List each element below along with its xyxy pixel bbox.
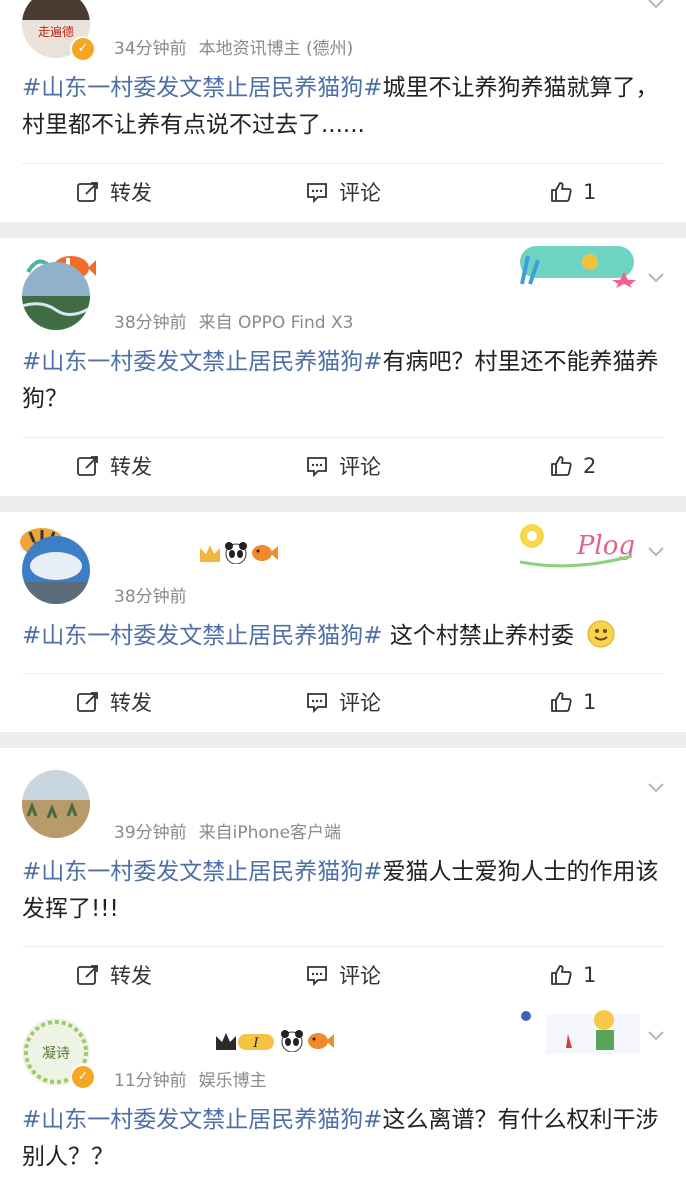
post-meta: 34分钟前 本地资讯博主 (德州) (114, 34, 365, 59)
verified-icon: ✓ (70, 36, 96, 62)
post-text: #山东一村委发文禁止居民养猫狗# 这个村禁止养村委 (22, 618, 664, 655)
repost-icon (77, 182, 98, 202)
comment-button[interactable]: 评论 (305, 164, 381, 220)
post-meta: 38分钟前 来自 OPPO Find X3 (114, 308, 365, 333)
comment-icon (307, 183, 327, 204)
post-time: 38分钟前 (114, 313, 187, 333)
post-text: #山东一村委发文禁止居民养猫狗#爱猫人士爱狗人士的作用该发挥了!!! (22, 854, 664, 928)
panda-icon (224, 542, 248, 565)
repost-label: 转发 (110, 455, 152, 479)
post-source: 娱乐博主 (198, 1071, 267, 1091)
ocean-decoration (514, 242, 638, 288)
repost-label: 转发 (110, 691, 152, 715)
avatar-lettering: 凝诗 (42, 1046, 70, 1062)
like-button[interactable]: 1 (549, 674, 596, 730)
post-time: 38分钟前 (114, 587, 187, 607)
like-button[interactable]: 1 (549, 164, 596, 220)
avatar[interactable] (22, 536, 90, 604)
post-card: 39分钟前 来自iPhone客户端 #山东一村委发文禁止居民养猫狗#爱猫人士爱狗人… (0, 748, 686, 1004)
repost-label: 转发 (110, 964, 152, 988)
smiley-emoji-icon (587, 620, 615, 648)
comment-label: 评论 (339, 455, 381, 479)
crown-icon (198, 542, 222, 564)
avatar-lettering: 走遍德 (38, 24, 74, 39)
chevron-down-icon[interactable] (646, 268, 666, 288)
hashtag-link[interactable]: #山东一村委发文禁止居民养猫狗# (22, 859, 383, 885)
comment-button[interactable]: 评论 (305, 438, 381, 494)
post-card: 38分钟前 来自 OPPO Find X3 #山东一村委发文禁止居民养猫狗#有病吧… (0, 238, 686, 496)
post-time: 34分钟前 (114, 39, 187, 59)
avatar-image (22, 770, 90, 838)
verified-icon: ✓ (70, 1064, 96, 1090)
fish-icon (250, 542, 278, 564)
repost-button[interactable]: 转发 (76, 947, 152, 1003)
post-source: 来自 OPPO Find X3 (198, 313, 354, 333)
like-button[interactable]: 1 (549, 947, 596, 1003)
repost-icon (77, 965, 98, 985)
comment-label: 评论 (339, 691, 381, 715)
repost-button[interactable]: 转发 (76, 438, 152, 494)
action-bar: 转发 评论 1 (0, 947, 686, 1003)
like-icon (551, 692, 572, 712)
avatar-image (22, 262, 90, 330)
post-meta: 39分钟前 来自iPhone客户端 (114, 818, 353, 843)
post-text: #山东一村委发文禁止居民养猫狗#城里不让养狗养猫就算了，村里都不让养有点说不过去… (22, 70, 664, 144)
plog-decoration: Plog (512, 516, 640, 570)
chevron-down-icon[interactable] (646, 542, 666, 562)
post-card: 走遍德 ✓ 34分钟前 本地资讯博主 (德州) #山东一村委发文禁止居民养猫狗#城… (0, 0, 686, 222)
chevron-down-icon[interactable] (646, 778, 666, 798)
like-count: 1 (583, 690, 597, 714)
post-text: #山东一村委发文禁止居民养猫狗#这么离谱？有什么权利干涉别人？？ (22, 1102, 664, 1176)
like-icon (551, 182, 572, 202)
like-button[interactable]: 2 (549, 438, 596, 494)
avatar[interactable] (22, 770, 90, 838)
post-body: 这个村禁止养村委 (382, 623, 574, 649)
comment-icon (307, 693, 327, 714)
vip-level-badge: I (214, 1030, 276, 1052)
repost-icon (77, 456, 98, 476)
comment-button[interactable]: 评论 (305, 674, 381, 730)
comment-label: 评论 (339, 181, 381, 205)
post-time: 39分钟前 (114, 823, 187, 843)
post-card: Plog 38分钟前 #山东一村委发文禁止居民养猫狗# 这个村禁止养村委 转发 … (0, 512, 686, 732)
repost-button[interactable]: 转发 (76, 164, 152, 220)
comment-icon (307, 457, 327, 478)
post-time: 11分钟前 (114, 1071, 187, 1091)
comment-button[interactable]: 评论 (305, 947, 381, 1003)
action-bar: 转发 评论 2 (0, 438, 686, 494)
avatar-image (22, 536, 90, 604)
action-bar: 转发 评论 1 (0, 674, 686, 730)
repost-button[interactable]: 转发 (76, 674, 152, 730)
repost-label: 转发 (110, 181, 152, 205)
like-count: 2 (583, 454, 597, 478)
hashtag-link[interactable]: #山东一村委发文禁止居民养猫狗# (22, 75, 383, 101)
post-meta: 38分钟前 (114, 582, 199, 607)
like-count: 1 (583, 963, 597, 987)
chevron-down-icon[interactable] (646, 1026, 666, 1046)
fish-icon (306, 1030, 334, 1052)
repost-icon (77, 692, 98, 712)
comment-icon (307, 966, 327, 987)
post-card: 凝诗 ✓ I 11分钟前 娱乐博主 #山东一村委发文禁止居民养猫狗#这么离谱？有什… (0, 1004, 686, 1200)
comment-label: 评论 (339, 964, 381, 988)
little-prince-decoration (516, 1004, 640, 1054)
like-count: 1 (583, 180, 597, 204)
chevron-down-icon[interactable] (646, 0, 666, 14)
post-meta: 11分钟前 娱乐博主 (114, 1066, 279, 1091)
post-source: 本地资讯博主 (德州) (198, 39, 354, 59)
svg-text:I: I (252, 1036, 259, 1051)
hashtag-link[interactable]: #山东一村委发文禁止居民养猫狗# (22, 349, 383, 375)
post-text: #山东一村委发文禁止居民养猫狗#有病吧？村里还不能养猫养狗？ (22, 344, 664, 418)
panda-icon (280, 1030, 304, 1053)
like-icon (551, 965, 572, 985)
post-source: 来自iPhone客户端 (198, 823, 342, 843)
avatar[interactable] (22, 262, 90, 330)
hashtag-link[interactable]: #山东一村委发文禁止居民养猫狗# (22, 623, 383, 649)
hashtag-link[interactable]: #山东一村委发文禁止居民养猫狗# (22, 1107, 383, 1133)
action-bar: 转发 评论 1 (0, 164, 686, 220)
like-icon (551, 456, 572, 476)
